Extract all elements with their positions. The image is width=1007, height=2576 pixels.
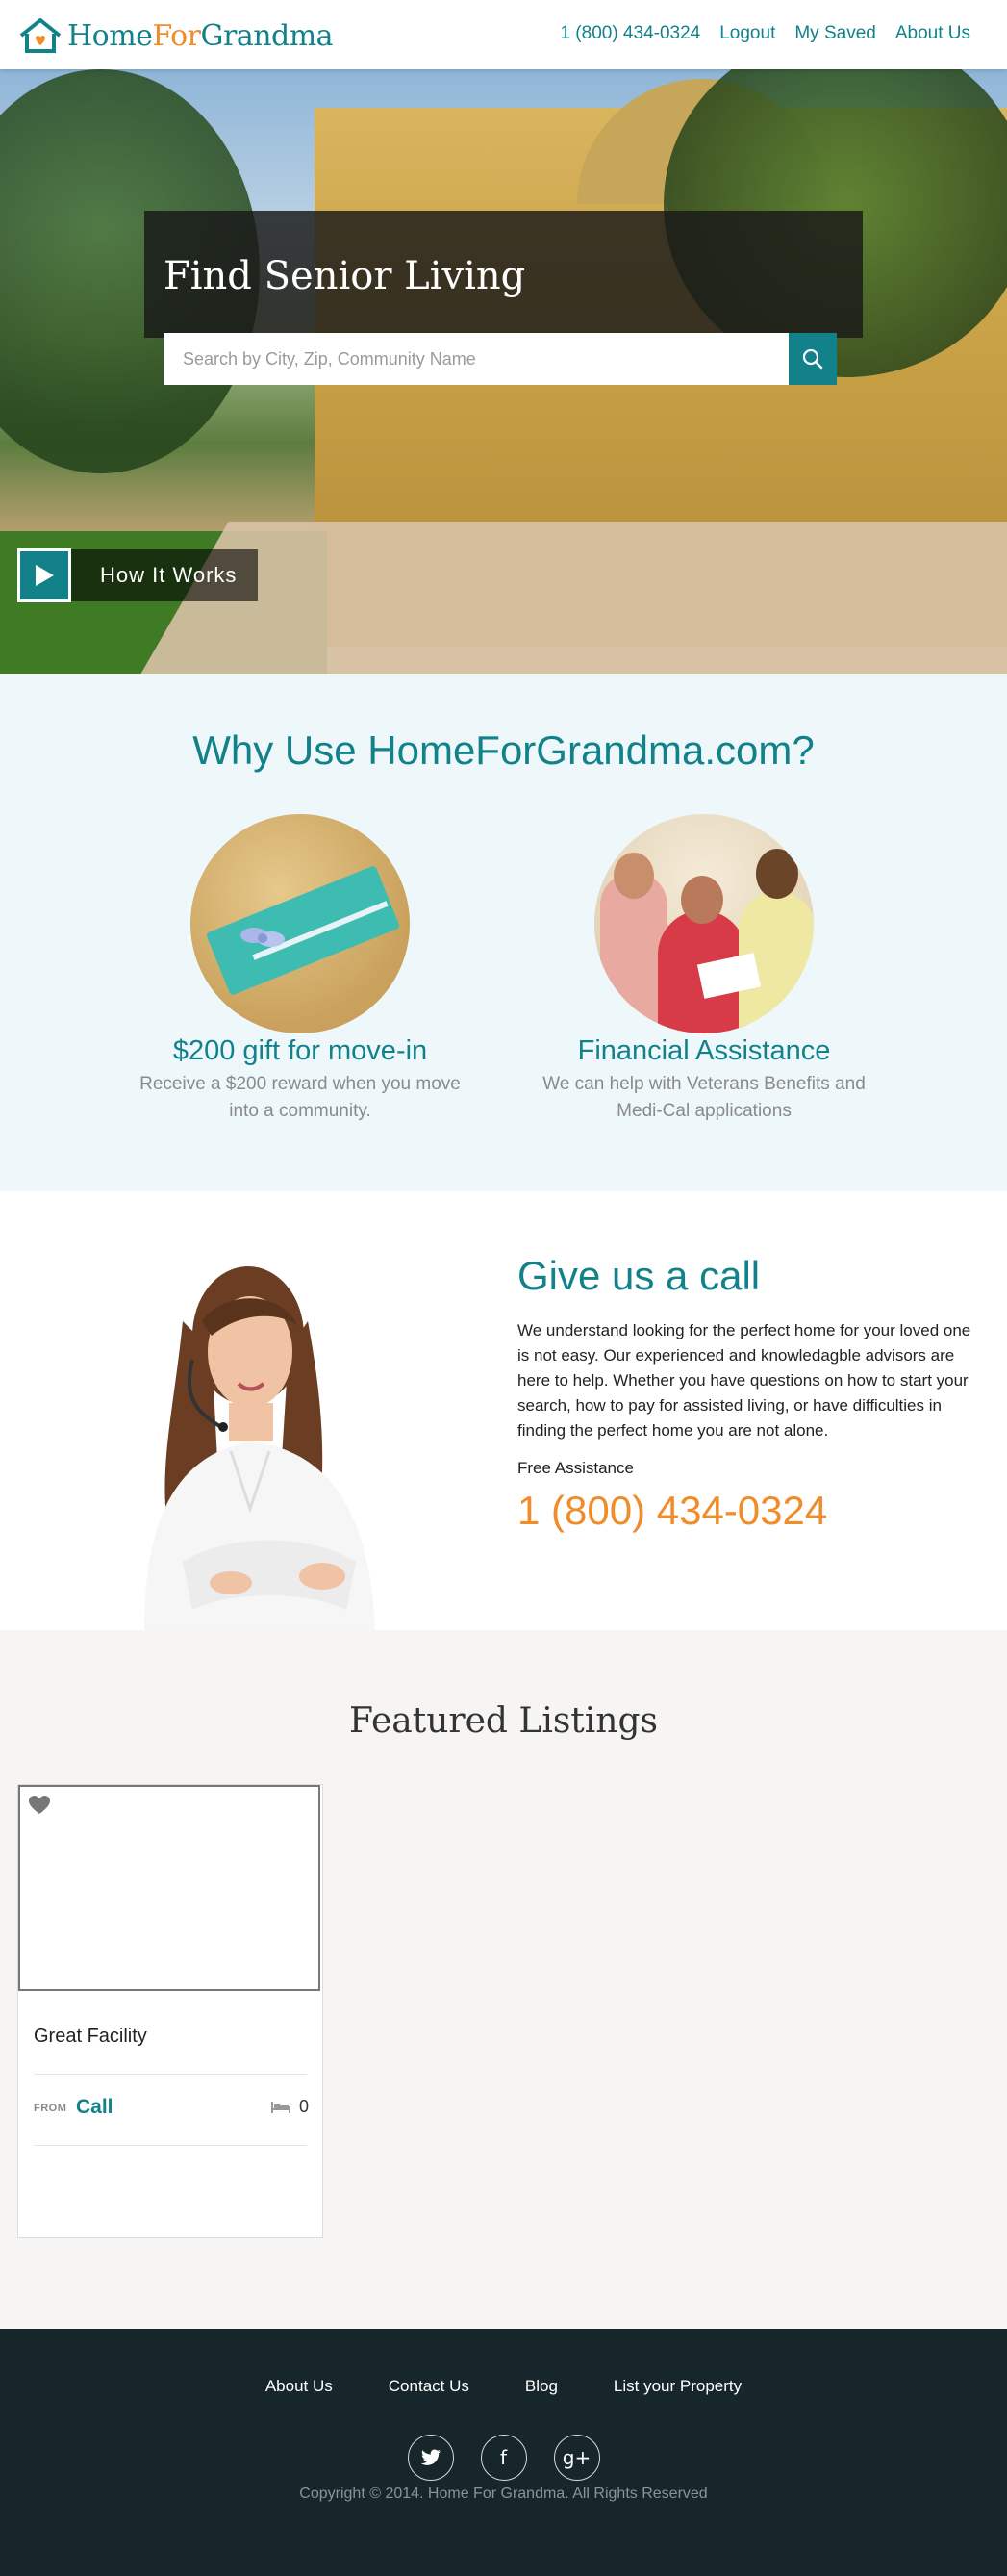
listing-divider [34,2074,307,2075]
listing-bed-count: 0 [299,2097,310,2116]
photo-head-3 [756,849,798,899]
benefit-financial-heading: Financial Assistance [577,1035,831,1066]
call-description: We understand looking for the perfect ho… [517,1321,971,1440]
site-header: HomeForGrandma 1 (800) 434-0324 Logout M… [0,0,1007,69]
bed-icon [271,2101,290,2113]
listing-beds: 0 [270,2097,309,2117]
twitter-icon [420,2449,441,2465]
footer-links: About Us Contact Us Blog List your Prope… [0,2377,1007,2396]
house-logo-icon [19,18,62,53]
play-button[interactable] [17,548,71,602]
gift-envelope [205,864,401,997]
gift-card-image [190,814,410,1033]
logo-wordmark: HomeForGrandma [67,18,334,53]
give-us-a-call-section: Give us a call We understand looking for… [0,1191,1007,1630]
featured-listings-title: Featured Listings [348,1701,658,1741]
how-it-works-label: How It Works [71,549,259,601]
gift-bow-icon [240,928,285,947]
call-title: Give us a call [517,1253,761,1298]
benefit-gift: $200 gift for move-in Receive a $200 rew… [127,814,473,1125]
benefit-financial-desc: We can help with Veterans Benefits and M… [542,1074,866,1121]
benefit-financial: Financial Assistance We can help with Ve… [531,814,877,1125]
facebook-button[interactable]: f [480,2435,527,2481]
facebook-icon: f [499,2446,508,2469]
photo-head-1 [614,853,654,899]
site-logo[interactable]: HomeForGrandma [17,16,334,55]
search-title: Find Senior Living [164,254,526,298]
footer-about-us-link[interactable]: About Us [265,2377,333,2396]
listing-divider [34,2145,307,2146]
nav-my-saved-link[interactable]: My Saved [794,23,875,44]
how-it-works-button[interactable]: How It Works [17,548,259,602]
why-use-section: Why Use HomeForGrandma.com? $200 gift fo… [0,674,1007,1192]
search-icon [802,348,823,370]
listing-name[interactable]: Great Facility [34,2026,147,2048]
google-plus-icon: g+ [562,2446,592,2469]
hero-section: Find Senior Living How It Works [0,69,1007,674]
footer-contact-us-link[interactable]: Contact Us [389,2377,469,2396]
benefit-gift-desc: Receive a $200 reward when you move into… [139,1074,461,1121]
social-links: f g+ [0,2435,1007,2481]
search-panel: Find Senior Living [144,211,863,338]
listing-price: Call [76,2096,113,2118]
main-nav: 1 (800) 434-0324 Logout My Saved About U… [560,23,970,44]
free-assistance-label: Free Assistance [517,1459,634,1477]
listing-image[interactable] [18,1785,320,1991]
why-use-title: Why Use HomeForGrandma.com? [192,727,815,773]
featured-listings-section: Featured Listings Great Facility FROM Ca… [0,1630,1007,2329]
call-phone-number[interactable]: 1 (800) 434-0324 [517,1488,827,1534]
search-input[interactable] [164,333,789,385]
copyright-text: Copyright © 2014. Home For Grandma. All … [299,2486,708,2502]
photo-head-2 [681,876,723,924]
nav-about-us-link[interactable]: About Us [895,23,970,44]
nav-phone-link[interactable]: 1 (800) 434-0324 [560,23,700,44]
heart-icon[interactable] [28,1795,51,1816]
site-footer: About Us Contact Us Blog List your Prope… [0,2329,1007,2576]
family-photo-image [594,814,814,1033]
benefit-gift-heading: $200 gift for move-in [172,1035,428,1066]
support-agent-image [144,1266,375,1630]
search-button[interactable] [789,333,837,385]
footer-blog-link[interactable]: Blog [525,2377,558,2396]
footer-list-property-link[interactable]: List your Property [614,2377,742,2396]
google-plus-button[interactable]: g+ [553,2435,600,2481]
play-icon [36,565,54,586]
nav-logout-link[interactable]: Logout [719,23,775,44]
twitter-button[interactable] [407,2435,454,2481]
listing-from-label: FROM [34,2103,67,2114]
listing-card[interactable]: Great Facility FROM Call 0 [17,1784,323,2238]
